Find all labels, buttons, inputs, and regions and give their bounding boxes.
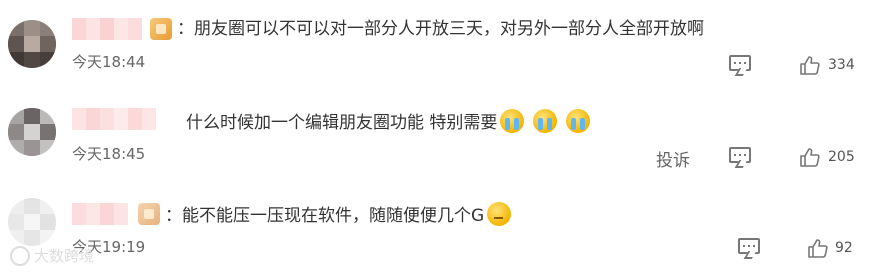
reply-icon[interactable] — [729, 55, 751, 71]
like-count: 92 — [835, 240, 853, 256]
username-blurred[interactable] — [72, 108, 156, 130]
like-count: 205 — [828, 149, 855, 165]
comment-text: 什么时候加一个编辑朋友圈功能 特别需要 — [186, 109, 591, 135]
comment-time: 今天18:45 — [72, 145, 146, 163]
report-button[interactable]: 投诉 — [656, 146, 690, 171]
vip-badge-icon — [150, 18, 172, 40]
vip-badge-icon — [138, 203, 160, 225]
avatar[interactable] — [8, 198, 56, 246]
thumbs-up-icon[interactable] — [808, 238, 828, 258]
comment-text: ：能不能压一压现在软件，随随便便几个G — [165, 202, 512, 228]
watermark-logo-icon — [10, 245, 30, 266]
crying-emoji-icon — [500, 109, 525, 133]
comment-item: ：能不能压一压现在软件，随随便便几个G 今天19:19 92 — [0, 180, 879, 273]
watermark: 大数跨境 — [10, 245, 94, 266]
thinking-emoji-icon — [487, 202, 512, 226]
crying-emoji-icon — [566, 109, 591, 133]
comment-text: ：朋友圈可以不可以对一部分人开放三天，对另外一部分人全部开放啊 — [177, 19, 704, 39]
comment-item: 什么时候加一个编辑朋友圈功能 特别需要 今天18:45 投诉 205 — [0, 90, 879, 180]
crying-emoji-icon — [533, 109, 558, 133]
username-blurred[interactable] — [72, 203, 128, 225]
username-blurred[interactable] — [72, 18, 142, 40]
watermark-text: 大数跨境 — [34, 247, 95, 265]
comment-item: ：朋友圈可以不可以对一部分人开放三天，对另外一部分人全部开放啊 今天18:44 … — [0, 0, 879, 90]
avatar[interactable] — [8, 108, 56, 156]
reply-icon[interactable] — [738, 238, 760, 254]
avatar[interactable] — [8, 20, 56, 68]
thumbs-up-icon[interactable] — [800, 147, 820, 167]
like-count: 334 — [828, 57, 855, 73]
thumbs-up-icon[interactable] — [800, 55, 820, 75]
reply-icon[interactable] — [729, 147, 751, 163]
comment-time: 今天18:44 — [72, 53, 146, 71]
